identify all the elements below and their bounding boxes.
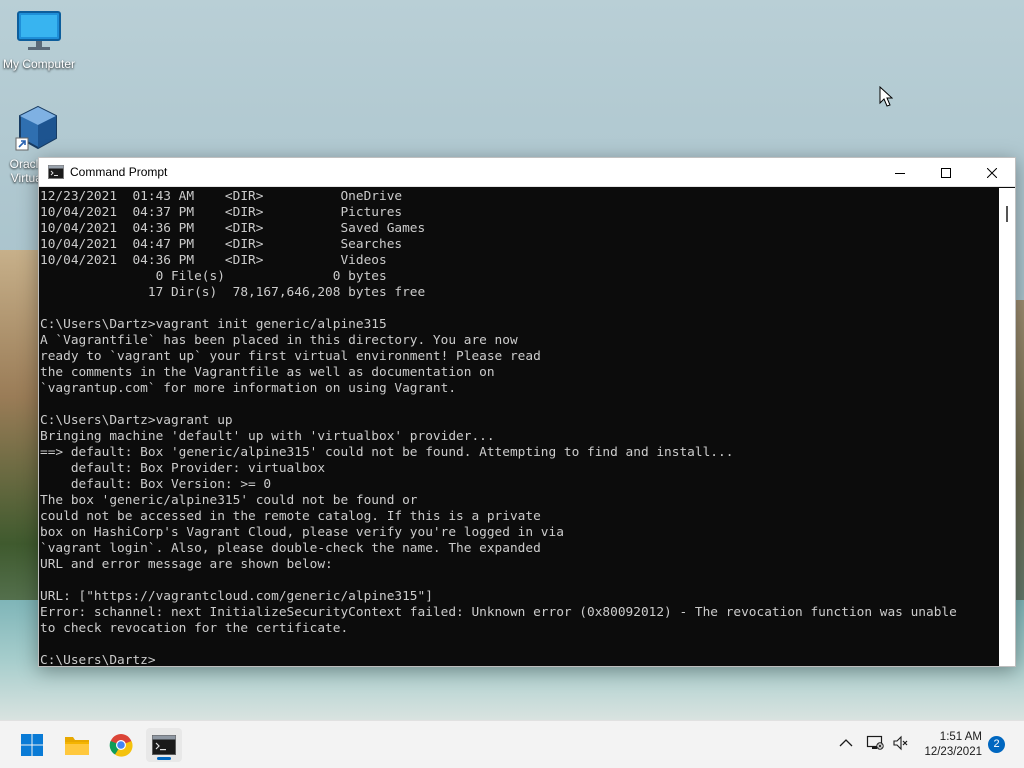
window-title: Command Prompt: [70, 165, 168, 179]
maximize-icon: [941, 167, 951, 178]
console-line: default: Box Provider: virtualbox: [40, 461, 326, 476]
console-line: Error: schannel: next InitializeSecurity…: [40, 605, 957, 620]
mouse-cursor-icon: [879, 86, 893, 107]
start-button[interactable]: [14, 728, 50, 762]
command-prompt-window[interactable]: Command Prompt 12/23/2021 01:43 AM <DIR>…: [38, 157, 1016, 667]
console-line: 10/04/2021 04:36 PM <DIR> Saved Games: [40, 221, 426, 236]
console-line: ==> default: Box 'generic/alpine315' cou…: [40, 445, 734, 460]
console-line: default: Box Version: >= 0: [40, 477, 272, 492]
maximize-button[interactable]: [923, 158, 969, 187]
taskbar-file-explorer[interactable]: [59, 728, 95, 762]
console-line: the comments in the Vagrantfile as well …: [40, 365, 495, 380]
scrollbar-thumb[interactable]: [1006, 206, 1008, 222]
minimize-icon: [895, 172, 905, 174]
volume-muted-icon[interactable]: [893, 735, 909, 751]
virtualbox-icon: [15, 105, 57, 151]
console-line: URL: ["https://vagrantcloud.com/generic/…: [40, 589, 433, 604]
console-line: 12/23/2021 01:43 AM <DIR> OneDrive: [40, 189, 403, 204]
console-line: 17 Dir(s) 78,167,646,208 bytes free: [40, 285, 426, 300]
console-line: `vagrantup.com` for more information on …: [40, 381, 457, 396]
taskbar-chrome[interactable]: [103, 728, 139, 762]
console-line: 0 File(s) 0 bytes: [40, 269, 387, 284]
window-controls: [877, 158, 1015, 187]
console-line: 10/04/2021 04:47 PM <DIR> Searches: [40, 237, 403, 252]
console-line: `vagrant login`. Also, please double-che…: [40, 541, 541, 556]
console-line: Bringing machine 'default' up with 'virt…: [40, 429, 495, 444]
vertical-scrollbar[interactable]: [999, 188, 1015, 666]
taskbar-command-prompt[interactable]: [146, 728, 182, 762]
taskbar: 1:51 AM 12/23/2021 2: [0, 720, 1024, 768]
close-icon: [987, 167, 997, 178]
system-clock[interactable]: 1:51 AM 12/23/2021: [924, 730, 982, 760]
command-prompt-icon: [48, 165, 64, 179]
console-line: 10/04/2021 04:36 PM <DIR> Videos: [40, 253, 387, 268]
window-titlebar[interactable]: Command Prompt: [39, 158, 1015, 187]
clock-time: 1:51 AM: [939, 731, 982, 743]
active-app-indicator: [157, 757, 171, 760]
console-line: URL and error message are shown below:: [40, 557, 333, 572]
file-explorer-icon: [65, 737, 89, 755]
console-line: 10/04/2021 04:37 PM <DIR> Pictures: [40, 205, 403, 220]
command-prompt-icon: [152, 735, 176, 755]
console-line: The box 'generic/alpine315' could not be…: [40, 493, 418, 508]
desktop-icon-label: My Computer: [2, 57, 76, 71]
minimize-button[interactable]: [877, 158, 923, 187]
network-icon[interactable]: [866, 735, 884, 751]
notification-badge[interactable]: 2: [988, 736, 1005, 753]
console-line: A `Vagrantfile` has been placed in this …: [40, 333, 518, 348]
desktop-icon-my-computer[interactable]: My Computer: [1, 10, 77, 71]
console-output[interactable]: 12/23/2021 01:43 AM <DIR> OneDrive 10/04/…: [39, 188, 999, 666]
monitor-icon: [17, 11, 61, 50]
clock-date: 12/23/2021: [924, 746, 982, 758]
close-button[interactable]: [969, 158, 1015, 187]
console-line: box on HashiCorp's Vagrant Cloud, please…: [40, 525, 564, 540]
chevron-up-icon[interactable]: [839, 738, 853, 748]
console-line: to check revocation for the certificate.: [40, 621, 349, 636]
start-icon: [21, 734, 43, 756]
chrome-icon: [109, 734, 133, 757]
console-line: C:\Users\Dartz>vagrant up: [40, 413, 233, 428]
console-line: C:\Users\Dartz>vagrant init generic/alpi…: [40, 317, 387, 332]
console-line: could not be accessed in the remote cata…: [40, 509, 541, 524]
console-line: C:\Users\Dartz>: [40, 653, 156, 666]
console-line: ready to `vagrant up` your first virtual…: [40, 349, 541, 364]
